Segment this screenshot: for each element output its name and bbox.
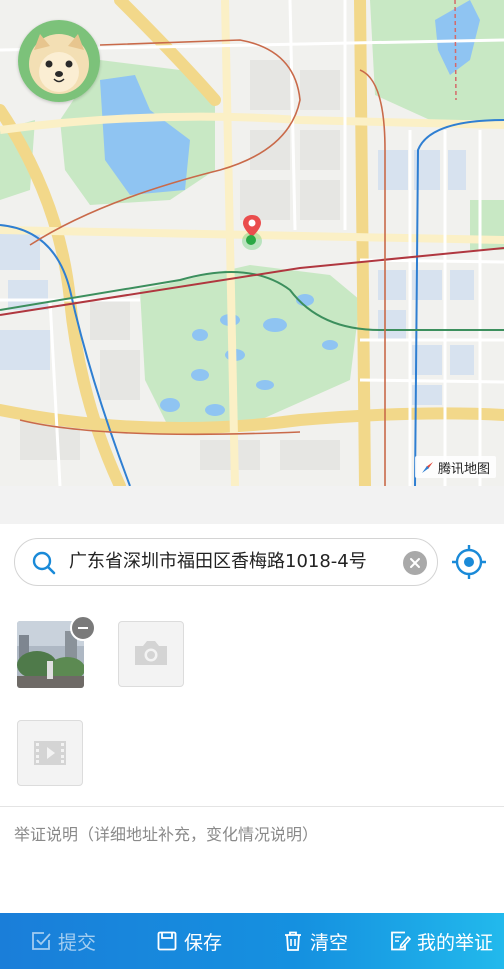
clear-icon[interactable] [403, 551, 427, 575]
locate-icon[interactable] [450, 543, 488, 581]
photo-list [0, 606, 504, 707]
clear-button[interactable]: 清空 [252, 913, 378, 969]
close-icon [410, 558, 420, 568]
location-pin-icon [242, 215, 262, 250]
clear-label: 清空 [309, 931, 348, 954]
search-icon [32, 551, 56, 575]
my-evidence-button[interactable]: 我的举证 [378, 913, 504, 969]
save-label: 保存 [183, 931, 222, 954]
map-provider-logo: 腾讯地图 [414, 456, 496, 478]
dog-face-icon [18, 20, 100, 102]
address-input[interactable]: 广东省深圳市福田区香梅路1018-4号 [14, 538, 438, 586]
dog-avatar-icon[interactable] [18, 20, 100, 102]
add-photo-button[interactable] [118, 621, 184, 687]
edit-document-icon [391, 931, 411, 951]
submit-label: 提交 [57, 931, 96, 954]
map-view[interactable]: 腾讯地图 [0, 0, 504, 486]
bottom-toolbar: 提交 保存 清空 我的举证 [0, 913, 504, 969]
remove-icon[interactable] [70, 615, 96, 641]
map-divider [0, 486, 504, 524]
save-icon [157, 931, 177, 951]
trash-icon [284, 931, 301, 951]
description-placeholder: 举证说明（详细地址补充，变化情况说明） [14, 825, 319, 844]
add-video-button[interactable] [17, 720, 83, 786]
compass-icon [421, 461, 433, 473]
address-text[interactable]: 广东省深圳市福田区香梅路1018-4号 [69, 539, 367, 585]
description-field[interactable]: 举证说明（详细地址补充，变化情况说明） [0, 807, 504, 913]
map-provider-label: 腾讯地图 [437, 461, 490, 477]
submit-button[interactable]: 提交 [0, 913, 126, 969]
my-evidence-label: 我的举证 [416, 931, 493, 954]
video-icon [34, 741, 66, 765]
address-bar: 广东省深圳市福田区香梅路1018-4号 [0, 524, 504, 607]
camera-icon [135, 641, 167, 665]
checkbox-icon [32, 932, 51, 950]
save-button[interactable]: 保存 [126, 913, 252, 969]
video-list [0, 706, 504, 807]
